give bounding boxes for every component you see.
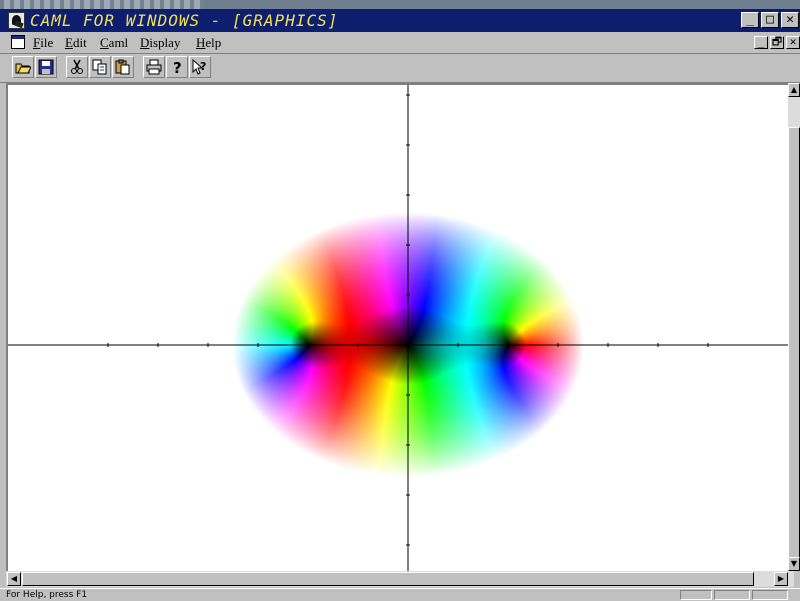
help-icon: ?: [173, 59, 182, 75]
horizontal-scroll-thumb[interactable]: [22, 572, 754, 586]
open-button[interactable]: [12, 56, 34, 78]
status-bar: For Help, press F1: [0, 588, 800, 601]
cut-button[interactable]: [66, 56, 88, 78]
menu-display[interactable]: Display: [140, 35, 180, 51]
background-window-strip: [0, 0, 800, 9]
close-button[interactable]: ✕: [781, 12, 799, 28]
menu-help[interactable]: Help: [196, 35, 221, 51]
menu-caml[interactable]: Caml: [100, 35, 128, 51]
vertical-scrollbar[interactable]: ▲ ▼: [788, 83, 800, 571]
toolbar: ? ?: [0, 54, 800, 83]
caml-app-icon[interactable]: [8, 12, 25, 29]
status-cell-3: [752, 590, 788, 600]
help-button[interactable]: ?: [166, 56, 188, 78]
scroll-up-button[interactable]: ▲: [788, 83, 800, 97]
title-bar[interactable]: CAML FOR WINDOWS - [GRAPHICS] _ □ ✕: [0, 9, 800, 32]
copy-button[interactable]: [89, 56, 111, 78]
minimize-button[interactable]: _: [741, 12, 759, 28]
child-minimize-button[interactable]: _: [754, 36, 768, 49]
open-icon: [15, 63, 31, 74]
context-help-icon: ?: [192, 59, 206, 75]
window-title: CAML FOR WINDOWS - [GRAPHICS]: [30, 11, 339, 30]
status-cell-1: [680, 590, 712, 600]
print-button[interactable]: [143, 56, 165, 78]
context-help-button[interactable]: ?: [189, 56, 211, 78]
copy-icon: [92, 59, 107, 75]
child-restore-button[interactable]: 🗗: [770, 36, 784, 49]
save-button[interactable]: [35, 56, 57, 78]
paste-button[interactable]: [112, 56, 134, 78]
complex-plot: [8, 85, 794, 571]
child-close-button[interactable]: ✕: [786, 36, 800, 49]
save-icon: [38, 59, 54, 75]
vertical-scroll-thumb[interactable]: [788, 127, 800, 567]
menu-edit[interactable]: Edit: [65, 35, 87, 51]
menu-file[interactable]: File: [33, 35, 53, 51]
background-window-title: [4, 0, 204, 9]
menu-bar: File Edit Caml Display Help _ 🗗 ✕: [0, 32, 800, 54]
scroll-left-button[interactable]: ◀: [7, 572, 21, 586]
status-text: For Help, press F1: [6, 590, 88, 600]
scroll-right-button[interactable]: ▶: [774, 572, 788, 586]
horizontal-scrollbar[interactable]: ◀ ▶: [6, 571, 794, 587]
scroll-down-button[interactable]: ▼: [788, 557, 800, 571]
print-icon: [146, 59, 162, 75]
graphics-canvas[interactable]: [6, 83, 794, 571]
document-window-icon[interactable]: [11, 35, 25, 49]
svg-text:?: ?: [173, 59, 182, 75]
paste-icon: [115, 59, 130, 75]
cut-icon: [71, 59, 83, 74]
svg-text:?: ?: [200, 60, 206, 73]
maximize-button[interactable]: □: [761, 12, 779, 28]
status-cell-2: [714, 590, 750, 600]
